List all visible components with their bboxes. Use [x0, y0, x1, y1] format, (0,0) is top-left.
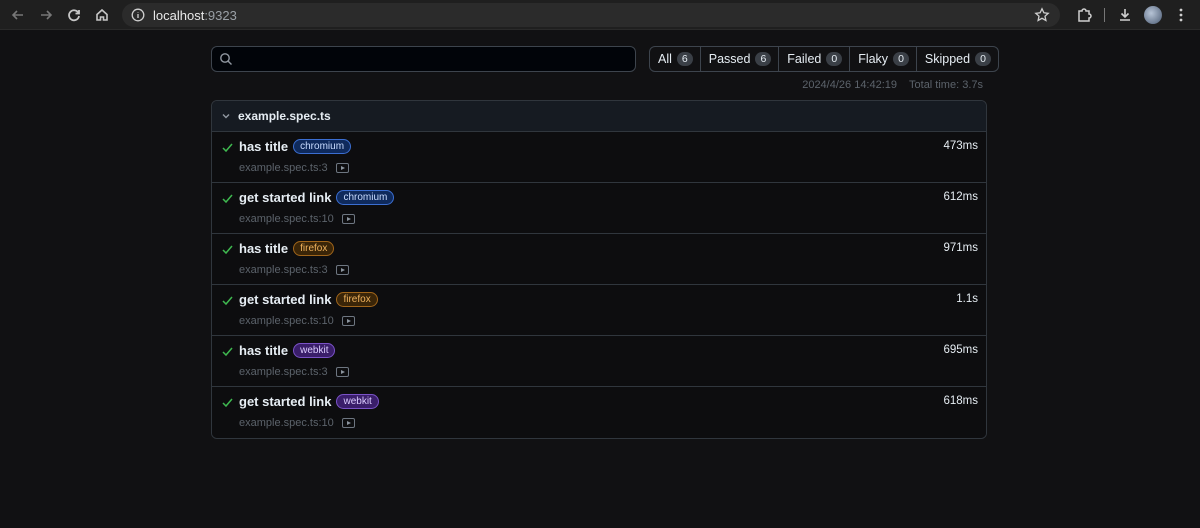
test-title[interactable]: get started link chromium [239, 190, 395, 205]
test-duration: 618ms [943, 395, 978, 407]
browser-actions [1070, 0, 1200, 30]
location-text: example.spec.ts:3 [239, 162, 328, 174]
passed-check-icon [221, 243, 234, 256]
test-location: example.spec.ts:10 [239, 213, 355, 225]
test-title[interactable]: has title chromium [239, 139, 352, 154]
project-tag[interactable]: firefox [293, 241, 335, 256]
video-icon[interactable] [341, 316, 355, 326]
test-list: has title chromium 473ms example.spec.ts:3 g… [212, 132, 986, 438]
test-name: get started link [239, 292, 332, 307]
run-meta: 2024/4/26 14:42:19 Total time: 3.7s [802, 79, 983, 91]
profile-avatar[interactable] [1142, 4, 1164, 26]
test-title[interactable]: has title webkit [239, 343, 336, 358]
search-icon [219, 52, 233, 66]
back-arrow-icon[interactable] [4, 1, 32, 29]
test-title[interactable]: get started link webkit [239, 394, 379, 409]
site-info-icon[interactable] [131, 8, 145, 22]
passed-check-icon [221, 345, 234, 358]
extensions-puzzle-icon[interactable] [1073, 4, 1095, 26]
test-duration: 695ms [943, 344, 978, 356]
test-row[interactable]: has title chromium 473ms example.spec.ts:3 [212, 132, 986, 183]
project-tag[interactable]: webkit [336, 394, 379, 409]
kebab-menu-icon[interactable] [1170, 4, 1192, 26]
filter-count-badge: 0 [975, 52, 991, 66]
filter-count-badge: 6 [755, 52, 772, 66]
toolbar-separator [1104, 8, 1105, 22]
filter-failed[interactable]: Failed 0 [779, 47, 851, 71]
file-title: example.spec.ts [238, 109, 331, 123]
project-tag[interactable]: firefox [336, 292, 378, 307]
filter-passed[interactable]: Passed 6 [701, 47, 780, 71]
chevron-down-icon[interactable] [220, 110, 232, 122]
video-icon[interactable] [335, 265, 349, 275]
filter-label: All [658, 52, 672, 66]
total-time: Total time: 3.7s [909, 79, 983, 91]
test-name: has title [239, 139, 289, 154]
test-name: has title [239, 343, 289, 358]
video-icon[interactable] [341, 214, 355, 224]
test-row[interactable]: has title webkit 695ms example.spec.ts:3 [212, 336, 986, 387]
test-duration: 1.1s [956, 293, 978, 305]
filter-skipped[interactable]: Skipped 0 [917, 47, 998, 71]
location-text: example.spec.ts:3 [239, 366, 328, 378]
bookmark-star-icon[interactable] [1034, 7, 1050, 23]
filter-label: Skipped [924, 52, 971, 66]
passed-check-icon [221, 141, 234, 154]
test-title[interactable]: get started link firefox [239, 292, 378, 307]
location-text: example.spec.ts:10 [239, 417, 334, 429]
test-location: example.spec.ts:3 [239, 162, 349, 174]
filter-count-badge: 0 [826, 52, 843, 66]
test-duration: 473ms [943, 140, 978, 152]
test-row[interactable]: get started link webkit 618ms example.spec.… [212, 387, 986, 438]
passed-check-icon [221, 396, 234, 409]
test-location: example.spec.ts:3 [239, 366, 349, 378]
location-text: example.spec.ts:10 [239, 213, 334, 225]
filter-flaky[interactable]: Flaky 0 [850, 47, 917, 71]
filter-label: Flaky [858, 52, 889, 66]
filter-label: Passed [708, 52, 751, 66]
file-section: example.spec.ts has title chromium 473ms ex… [211, 100, 987, 439]
test-location: example.spec.ts:3 [239, 264, 349, 276]
url-port: :9323 [204, 7, 237, 23]
avatar [1144, 6, 1162, 24]
status-filter-bar: All 6 Passed 6 Failed 0 Flaky 0 Skipped 0 [649, 46, 999, 72]
url-text: localhost:9323 [153, 8, 237, 23]
report-page: All 6 Passed 6 Failed 0 Flaky 0 Skipped 0 2024/4/… [0, 31, 1200, 528]
test-duration: 971ms [943, 242, 978, 254]
test-row[interactable]: get started link firefox 1.1s example.spec.… [212, 285, 986, 336]
file-header[interactable]: example.spec.ts [212, 101, 986, 132]
search-input[interactable] [211, 46, 636, 72]
filter-all[interactable]: All 6 [650, 47, 701, 71]
home-icon[interactable] [88, 1, 116, 29]
video-icon[interactable] [341, 418, 355, 428]
location-text: example.spec.ts:3 [239, 264, 328, 276]
test-row[interactable]: get started link chromium 612ms example.spe… [212, 183, 986, 234]
project-tag[interactable]: webkit [293, 343, 336, 358]
test-name: has title [239, 241, 289, 256]
test-name: get started link [239, 394, 332, 409]
filter-count-badge: 6 [676, 52, 693, 66]
test-title[interactable]: has title firefox [239, 241, 335, 256]
passed-check-icon [221, 294, 234, 307]
test-name: get started link [239, 190, 332, 205]
video-icon[interactable] [335, 163, 349, 173]
test-location: example.spec.ts:10 [239, 417, 355, 429]
download-icon[interactable] [1114, 4, 1136, 26]
forward-arrow-icon[interactable] [32, 1, 60, 29]
filter-count-badge: 0 [893, 52, 909, 66]
passed-check-icon [221, 192, 234, 205]
filter-label: Failed [787, 52, 822, 66]
project-tag[interactable]: chromium [293, 139, 352, 154]
address-bar[interactable]: localhost:9323 [122, 3, 1060, 27]
browser-toolbar: localhost:9323 [0, 0, 1200, 30]
reload-icon[interactable] [60, 1, 88, 29]
video-icon[interactable] [335, 367, 349, 377]
test-duration: 612ms [943, 191, 978, 203]
test-location: example.spec.ts:10 [239, 315, 355, 327]
run-timestamp: 2024/4/26 14:42:19 [802, 79, 898, 91]
location-text: example.spec.ts:10 [239, 315, 334, 327]
test-row[interactable]: has title firefox 971ms example.spec.ts:3 [212, 234, 986, 285]
project-tag[interactable]: chromium [336, 190, 395, 205]
url-host: localhost [153, 7, 205, 23]
